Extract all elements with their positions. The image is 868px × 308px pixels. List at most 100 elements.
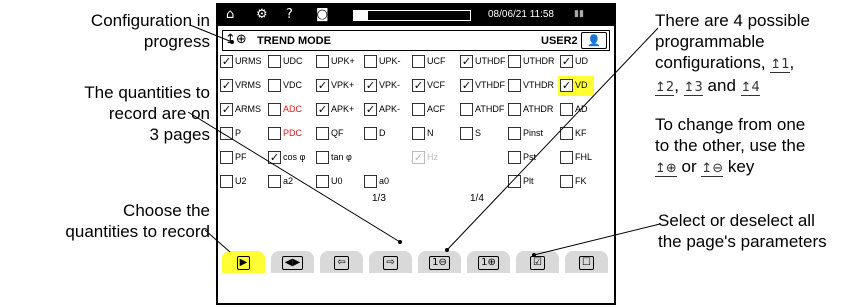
checkbox-checked[interactable]: ✓ [560, 79, 573, 92]
checkbox-checked[interactable]: ✓ [268, 151, 281, 164]
checkbox-unchecked[interactable] [364, 175, 377, 188]
param-urms[interactable]: ✓ URMS [220, 54, 266, 70]
param-tan-[interactable]: tan φ [316, 150, 362, 166]
checkbox-unchecked[interactable] [560, 103, 573, 116]
fkey-config-next-button[interactable]: 1⊕ [467, 251, 510, 273]
checkbox-unchecked[interactable] [412, 127, 425, 140]
user-icon[interactable]: 👤 [581, 32, 607, 49]
param-pf[interactable]: PF [220, 150, 266, 166]
param-pst[interactable]: Pst [508, 150, 554, 166]
param-s[interactable]: S [460, 126, 506, 142]
checkbox-unchecked[interactable] [268, 103, 281, 116]
param-p[interactable]: P [220, 126, 266, 142]
home-icon[interactable]: ⌂ [226, 7, 234, 22]
checkbox-checked[interactable]: ✓ [316, 79, 329, 92]
checkbox-checked[interactable]: ✓ [220, 79, 233, 92]
param-arms[interactable]: ✓ ARMS [220, 102, 266, 118]
fkey-record-button[interactable]: ◀▶ [271, 251, 314, 273]
param-ad[interactable]: AD [560, 102, 606, 118]
param-cos-[interactable]: ✓ cos φ [268, 150, 314, 166]
fkey-play-button[interactable]: ▶ [222, 251, 265, 273]
param-adc[interactable]: ADC [268, 102, 314, 118]
checkbox-unchecked[interactable] [560, 175, 573, 188]
param-pinst[interactable]: Pinst [508, 126, 554, 142]
checkbox-checked[interactable]: ✓ [560, 55, 573, 68]
fkey-config-prev-button[interactable]: 1⊖ [418, 251, 461, 273]
param-d[interactable]: D [364, 126, 410, 142]
param-vd[interactable]: ✓ VD [558, 76, 606, 96]
checkbox-unchecked[interactable] [508, 151, 521, 164]
checkbox-unchecked[interactable] [316, 175, 329, 188]
checkbox-unchecked[interactable] [460, 127, 473, 140]
checkbox-checked[interactable]: ✓ [316, 103, 329, 116]
param-vdc[interactable]: VDC [268, 78, 314, 94]
param-a2[interactable]: a2 [268, 174, 314, 190]
param-upk-[interactable]: UPK+ [316, 54, 362, 70]
checkbox-unchecked[interactable] [508, 175, 521, 188]
param-athdf[interactable]: ATHDF [460, 102, 506, 118]
checkbox-unchecked[interactable] [268, 175, 281, 188]
checkbox-unchecked[interactable] [460, 103, 473, 116]
checkbox-checked[interactable]: ✓ [220, 55, 233, 68]
checkbox-unchecked[interactable] [364, 127, 377, 140]
param-vthdr[interactable]: VTHDR [508, 78, 554, 94]
checkbox-unchecked[interactable] [220, 151, 233, 164]
param-apk-[interactable]: ✓ APK+ [316, 102, 362, 118]
param-u0[interactable]: U0 [316, 174, 362, 190]
param-a0[interactable]: a0 [364, 174, 410, 190]
checkbox-unchecked[interactable] [268, 79, 281, 92]
checkbox-unchecked[interactable] [508, 127, 521, 140]
help-icon[interactable]: ? [286, 7, 293, 22]
checkbox-unchecked[interactable] [508, 103, 521, 116]
camera-icon[interactable]: ◙ [316, 7, 329, 22]
checkbox-unchecked[interactable] [268, 55, 281, 68]
checkbox-unchecked[interactable] [268, 127, 281, 140]
checkbox-checked[interactable]: ✓ [364, 79, 377, 92]
param-vpk-[interactable]: ✓ VPK- [364, 78, 410, 94]
param-upk-[interactable]: UPK- [364, 54, 410, 70]
param-vpk-[interactable]: ✓ VPK+ [316, 78, 362, 94]
checkbox-checked[interactable]: ✓ [460, 55, 473, 68]
param-u2[interactable]: U2 [220, 174, 266, 190]
checkbox-unchecked[interactable] [508, 79, 521, 92]
param-ud[interactable]: ✓ UD [560, 54, 606, 70]
fkey-page-next-button[interactable]: ⇨ [369, 251, 412, 273]
fkey-select-all-button[interactable]: ☑ [516, 251, 559, 273]
checkbox-unchecked[interactable] [412, 55, 425, 68]
param-apk-[interactable]: ✓ APK- [364, 102, 410, 118]
param-vthdf[interactable]: ✓ VTHDF [460, 78, 506, 94]
param-qf[interactable]: QF [316, 126, 362, 142]
settings-icon[interactable]: ⚙ [256, 7, 268, 22]
param-kf[interactable]: KF [560, 126, 606, 142]
param-udc[interactable]: UDC [268, 54, 314, 70]
fkey-deselect-all-button[interactable]: ☐ [565, 251, 608, 273]
param-pdc[interactable]: PDC [268, 126, 314, 142]
checkbox-unchecked[interactable] [364, 55, 377, 68]
checkbox-checked[interactable]: ✓ [364, 103, 377, 116]
param-uthdr[interactable]: UTHDR [508, 54, 555, 70]
checkbox-checked[interactable]: ✓ [460, 79, 473, 92]
param-fhl[interactable]: FHL [560, 150, 606, 166]
param-vrms[interactable]: ✓ VRMS [220, 78, 266, 94]
param-acf[interactable]: ACF [412, 102, 458, 118]
checkbox-checked[interactable]: ✓ [220, 103, 233, 116]
checkbox-unchecked[interactable] [412, 103, 425, 116]
param-n[interactable]: N [412, 126, 458, 142]
param-label: PF [235, 152, 247, 162]
param-vcf[interactable]: ✓ VCF [412, 78, 458, 94]
param-athdr[interactable]: ATHDR [508, 102, 554, 118]
checkbox-unchecked[interactable] [316, 151, 329, 164]
fkey-page-prev-button[interactable]: ⇦ [320, 251, 363, 273]
checkbox-unchecked[interactable] [560, 127, 573, 140]
checkbox-unchecked[interactable] [508, 55, 521, 68]
checkbox-unchecked[interactable] [560, 151, 573, 164]
param-ucf[interactable]: UCF [412, 54, 458, 70]
checkbox-unchecked[interactable] [316, 55, 329, 68]
param-uthdf[interactable]: ✓ UTHDF [460, 54, 506, 70]
param-fk[interactable]: FK [560, 174, 606, 190]
checkbox-unchecked[interactable] [220, 127, 233, 140]
checkbox-unchecked[interactable] [220, 175, 233, 188]
param-plt[interactable]: Plt [508, 174, 554, 190]
checkbox-checked[interactable]: ✓ [412, 79, 425, 92]
checkbox-unchecked[interactable] [316, 127, 329, 140]
